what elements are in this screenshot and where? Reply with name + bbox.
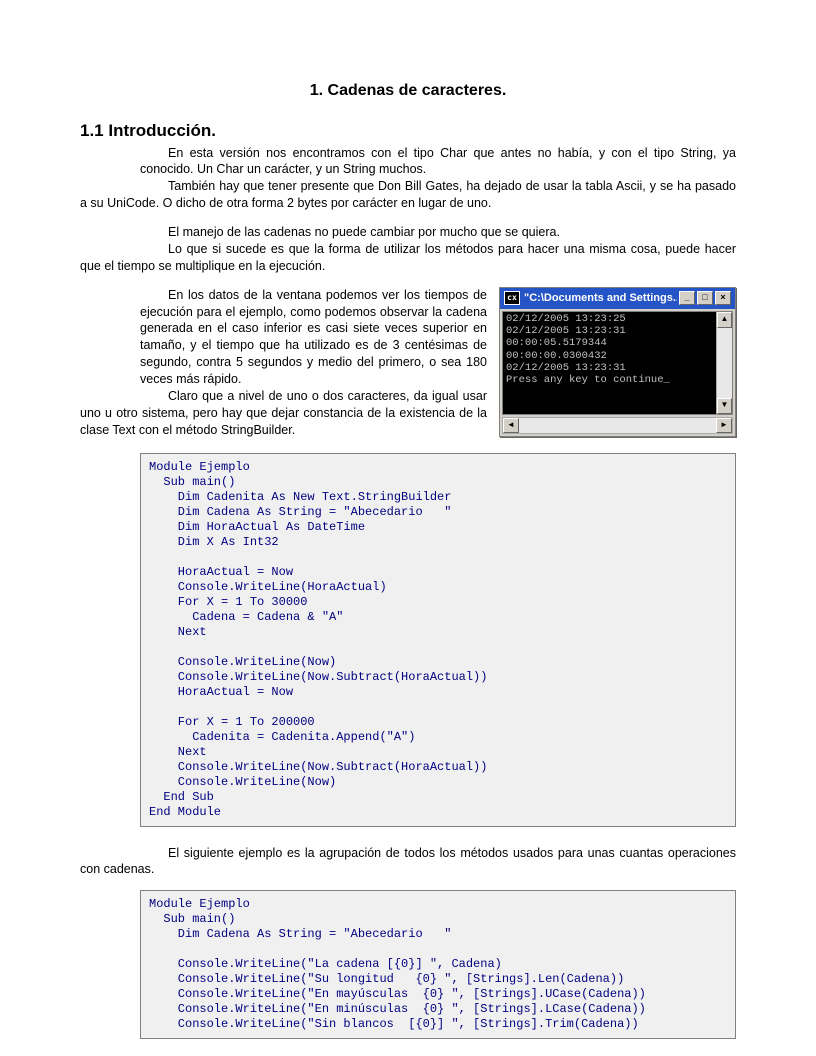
maximize-button[interactable]: □ xyxy=(697,291,713,305)
scroll-down-arrow-icon[interactable]: ▼ xyxy=(717,398,732,414)
scroll-up-arrow-icon[interactable]: ▲ xyxy=(717,312,732,328)
console-title-text: "C:\Documents and Settings... xyxy=(524,291,677,306)
section-heading-1-1: 1.1 Introducción. xyxy=(80,120,736,143)
console-titlebar: cx "C:\Documents and Settings... _ □ × xyxy=(500,288,735,309)
scroll-track[interactable] xyxy=(717,328,732,398)
page-title: 1. Cadenas de caracteres. xyxy=(80,80,736,102)
close-button[interactable]: × xyxy=(715,291,731,305)
paragraph-3: El manejo de las cadenas no puede cambia… xyxy=(140,224,736,241)
scroll-left-arrow-icon[interactable]: ◄ xyxy=(503,418,519,433)
code-block-1: Module Ejemplo Sub main() Dim Cadenita A… xyxy=(140,453,736,827)
horizontal-scrollbar[interactable]: ◄ ► xyxy=(502,417,733,434)
paragraph-1: En esta versión nos encontramos con el t… xyxy=(140,145,736,179)
console-icon: cx xyxy=(504,291,520,305)
scroll-track-h[interactable] xyxy=(519,418,716,433)
paragraph-2: También hay que tener presente que Don B… xyxy=(80,178,736,212)
scroll-right-arrow-icon[interactable]: ► xyxy=(716,418,732,433)
paragraph-4: Lo que si sucede es que la forma de util… xyxy=(80,241,736,275)
minimize-button[interactable]: _ xyxy=(679,291,695,305)
code-block-2: Module Ejemplo Sub main() Dim Cadena As … xyxy=(140,890,736,1039)
vertical-scrollbar[interactable]: ▲ ▼ xyxy=(716,312,732,414)
paragraph-7: El siguiente ejemplo es la agrupación de… xyxy=(80,845,736,879)
console-output: 02/12/2005 13:23:25 02/12/2005 13:23:31 … xyxy=(503,312,716,414)
console-window: cx "C:\Documents and Settings... _ □ × 0… xyxy=(499,287,736,437)
